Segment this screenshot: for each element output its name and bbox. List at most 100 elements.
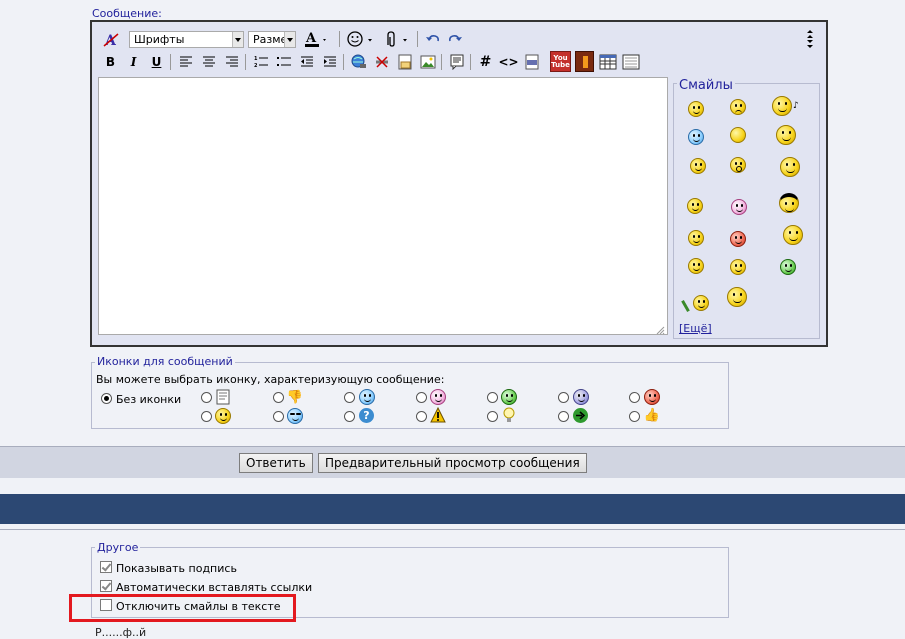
show-signature-checkbox[interactable]	[100, 561, 112, 573]
toggle-editor-mode-icon[interactable]	[800, 29, 819, 48]
spoiler-icon[interactable]	[621, 52, 640, 71]
truncated-label: Р......ф..й	[95, 626, 147, 639]
neutral-icon[interactable]	[730, 127, 746, 143]
more-smilies-link[interactable]: [Ещё]	[679, 322, 712, 335]
sunglasses-icon	[287, 408, 303, 424]
quote-icon[interactable]	[447, 52, 466, 71]
radio-post-icon[interactable]	[629, 392, 640, 403]
radio-post-icon[interactable]	[558, 411, 569, 422]
laughing-icon[interactable]	[731, 199, 747, 215]
divider	[0, 529, 905, 530]
resize-handle-icon[interactable]	[656, 325, 665, 335]
italic-icon[interactable]: I	[124, 52, 143, 71]
unordered-list-icon[interactable]	[274, 52, 293, 71]
undo-icon[interactable]	[423, 29, 442, 48]
section-header-bar	[0, 494, 905, 524]
post-icons-description: Вы можете выбрать иконку, характеризующу…	[96, 373, 445, 386]
writing-smiley-icon[interactable]	[693, 295, 709, 311]
bold-icon[interactable]: B	[101, 52, 120, 71]
smile-icon[interactable]	[688, 101, 704, 117]
unsure-icon[interactable]	[730, 259, 746, 275]
whistle-icon[interactable]	[772, 96, 792, 116]
radio-post-icon[interactable]	[273, 411, 284, 422]
radio-post-icon[interactable]	[487, 411, 498, 422]
show-signature-label: Показывать подпись	[116, 562, 237, 575]
php-icon[interactable]	[522, 52, 541, 71]
text-color-icon[interactable]: A	[303, 29, 329, 48]
insert-link-icon[interactable]	[349, 52, 368, 71]
confused-icon[interactable]	[688, 258, 704, 274]
mad-icon[interactable]	[727, 287, 747, 307]
no-icon-label: Без иконки	[116, 393, 182, 406]
message-textarea[interactable]	[98, 77, 668, 335]
other-options-legend: Другое	[95, 541, 141, 554]
flash-icon[interactable]	[575, 51, 594, 72]
sad-icon[interactable]	[730, 99, 746, 115]
code-icon[interactable]: <>	[498, 52, 518, 71]
remove-format-icon[interactable]: A	[101, 30, 120, 49]
smile-icon	[215, 408, 231, 424]
reply-button[interactable]: Ответить	[239, 453, 313, 473]
laugh-icon	[430, 389, 446, 405]
radio-post-icon[interactable]	[273, 392, 284, 403]
attachment-icon[interactable]	[381, 29, 411, 48]
size-select-value: Разме	[253, 33, 288, 46]
remove-link-icon[interactable]	[372, 52, 391, 71]
youtube-icon-text: You Tube	[551, 53, 570, 69]
align-right-icon[interactable]	[222, 52, 241, 71]
font-select[interactable]: Шрифты	[129, 31, 244, 48]
question-icon: ?	[359, 408, 374, 423]
radio-post-icon[interactable]	[201, 411, 212, 422]
radio-post-icon[interactable]	[201, 392, 212, 403]
svg-text:2: 2	[254, 63, 258, 68]
surprised-icon[interactable]	[730, 157, 746, 173]
ordered-list-icon[interactable]: 12	[251, 52, 270, 71]
confused-icon	[573, 389, 589, 405]
insert-smiley-icon[interactable]	[346, 29, 376, 48]
auto-links-checkbox[interactable]	[100, 580, 112, 592]
document-icon	[215, 389, 231, 405]
auto-links-label: Автоматически вставлять ссылки	[116, 581, 313, 594]
insert-email-icon[interactable]	[395, 52, 414, 71]
angry-icon[interactable]	[730, 231, 746, 247]
underline-icon[interactable]: U	[147, 52, 166, 71]
arrow-right-icon	[573, 408, 588, 423]
radio-post-icon[interactable]	[487, 392, 498, 403]
font-select-value: Шрифты	[134, 33, 185, 46]
preview-button[interactable]: Предварительный просмотр сообщения	[318, 453, 587, 473]
align-center-icon[interactable]	[199, 52, 218, 71]
radio-post-icon[interactable]	[558, 392, 569, 403]
lightbulb-icon	[501, 407, 517, 423]
outdent-icon[interactable]	[297, 52, 316, 71]
thumbs-down-icon: 👎	[286, 389, 304, 405]
wink-icon[interactable]	[690, 158, 706, 174]
radio-no-icon[interactable]	[101, 393, 112, 404]
size-select[interactable]: Разме	[248, 31, 296, 48]
youtube-icon[interactable]: You Tube	[550, 51, 571, 72]
svg-text:A: A	[305, 31, 317, 46]
redo-icon[interactable]	[445, 29, 464, 48]
radio-post-icon[interactable]	[416, 411, 427, 422]
nerd-icon[interactable]	[783, 225, 803, 245]
smilies-title: Смайлы	[677, 78, 735, 93]
radio-post-icon[interactable]	[344, 411, 355, 422]
radio-post-icon[interactable]	[344, 392, 355, 403]
radio-post-icon[interactable]	[416, 392, 427, 403]
insert-image-icon[interactable]	[418, 52, 437, 71]
dancer-icon[interactable]	[779, 193, 799, 213]
table-icon[interactable]	[598, 52, 617, 71]
hash-icon[interactable]: #	[476, 52, 495, 71]
smirk-icon[interactable]	[687, 198, 703, 214]
highlight-box	[69, 594, 296, 622]
graduate-icon[interactable]	[780, 157, 800, 177]
warning-icon	[430, 407, 446, 423]
indent-icon[interactable]	[320, 52, 339, 71]
radio-post-icon[interactable]	[629, 411, 640, 422]
thumbs-up-icon: 👍	[643, 407, 661, 423]
grin-icon[interactable]	[780, 259, 796, 275]
cool-smiley-icon[interactable]	[688, 129, 704, 145]
music-note-icon: ♪	[793, 101, 799, 111]
thumbs-up-smiley-icon[interactable]	[776, 125, 796, 145]
align-left-icon[interactable]	[176, 52, 195, 71]
shocked-icon[interactable]	[688, 230, 704, 246]
